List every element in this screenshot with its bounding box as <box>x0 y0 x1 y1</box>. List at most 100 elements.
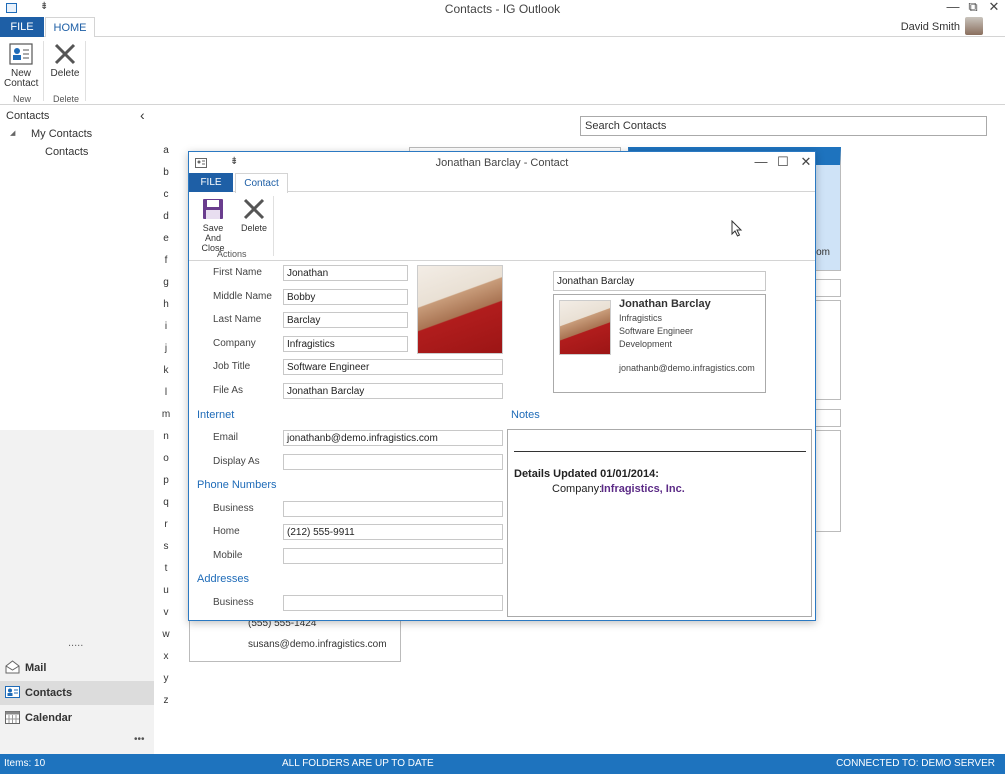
alpha-d[interactable]: d <box>160 211 172 222</box>
navigation-pane: Contacts ‹ ◢ My Contacts Contacts ..... … <box>0 106 154 754</box>
alpha-y[interactable]: y <box>160 673 172 684</box>
tab-home[interactable]: HOME <box>45 17 95 38</box>
first-name-field[interactable]: Jonathan <box>283 265 408 281</box>
business-phone-field[interactable] <box>283 501 503 517</box>
last-name-field[interactable]: Barclay <box>283 312 408 328</box>
alpha-j[interactable]: j <box>160 343 172 354</box>
delete-button[interactable]: Delete <box>48 43 82 79</box>
group-label-new: New <box>13 94 32 104</box>
alpha-o[interactable]: o <box>160 453 172 464</box>
label-company: Company <box>213 338 256 349</box>
mail-icon <box>5 660 20 674</box>
alpha-s[interactable]: s <box>160 541 172 552</box>
nav-my-contacts[interactable]: My Contacts <box>31 128 92 140</box>
business-card-email: jonathanb@demo.infragistics.com <box>619 363 755 373</box>
contact-photo[interactable] <box>417 265 503 354</box>
alpha-c[interactable]: c <box>160 189 172 200</box>
job-title-field[interactable]: Software Engineer <box>283 359 503 375</box>
more-options-icon[interactable]: ••• <box>134 734 145 745</box>
alpha-q[interactable]: q <box>160 497 172 508</box>
nav-root-contacts[interactable]: Contacts <box>6 110 49 122</box>
display-as-field[interactable] <box>283 454 503 470</box>
expand-icon[interactable]: ◢ <box>10 129 15 137</box>
avatar[interactable] <box>965 17 983 35</box>
dialog-minimize-button[interactable]: — <box>751 155 771 171</box>
nav-button-contacts[interactable]: Contacts <box>0 681 154 705</box>
business-card-title: Software Engineer <box>619 326 694 336</box>
home-phone-field[interactable]: (212) 555-9911 <box>283 524 503 540</box>
alpha-u[interactable]: u <box>160 585 172 596</box>
alpha-t[interactable]: t <box>160 563 172 574</box>
save-and-close-button[interactable]: Save And Close <box>194 198 232 253</box>
label-middle-name: Middle Name <box>213 291 272 302</box>
notes-editor[interactable]: Details Updated 01/01/2014: Company: Inf… <box>507 429 812 617</box>
nav-button-mail[interactable]: Mail <box>0 656 154 680</box>
contact-dialog: ⇟ Jonathan Barclay - Contact — ☐ ✕ FILE … <box>188 151 816 621</box>
company-field[interactable]: Infragistics <box>283 336 408 352</box>
contact-card[interactable] <box>814 409 841 427</box>
business-card-name: Jonathan Barclay <box>619 298 711 310</box>
group-label-actions: Actions <box>217 249 247 259</box>
alpha-e[interactable]: e <box>160 233 172 244</box>
dialog-tab-contact[interactable]: Contact <box>235 173 288 193</box>
dialog-delete-label: Delete <box>240 223 267 233</box>
alpha-x[interactable]: x <box>160 651 172 662</box>
alpha-p[interactable]: p <box>160 475 172 486</box>
business-address-field[interactable] <box>283 595 503 611</box>
dialog-maximize-button[interactable]: ☐ <box>773 155 793 171</box>
restore-button[interactable]: ⧉ <box>963 0 983 16</box>
tab-file[interactable]: FILE <box>0 17 44 37</box>
status-items-count: Items: 10 <box>4 758 46 769</box>
delete-icon <box>243 198 265 220</box>
label-email: Email <box>213 432 239 443</box>
nav-button-calendar[interactable]: Calendar <box>0 706 154 730</box>
file-as-field[interactable]: Jonathan Barclay <box>283 383 503 399</box>
new-contact-button[interactable]: New Contact <box>4 43 38 89</box>
dialog-delete-button[interactable]: Delete <box>237 198 271 233</box>
email-field[interactable]: jonathanb@demo.infragistics.com <box>283 430 503 446</box>
middle-name-field[interactable]: Bobby <box>283 289 408 305</box>
alpha-z[interactable]: z <box>160 695 172 706</box>
delete-label: Delete <box>50 68 80 79</box>
contact-card[interactable] <box>814 430 841 532</box>
alpha-r[interactable]: r <box>160 519 172 530</box>
dialog-close-button[interactable]: ✕ <box>796 155 816 171</box>
search-input[interactable]: Search Contacts <box>580 116 987 136</box>
save-and-close-label-1: Save And <box>202 223 224 243</box>
ribbon-body: New Contact Delete New Delete <box>0 37 1005 105</box>
collapse-nav-icon[interactable]: ‹ <box>140 107 145 123</box>
close-button[interactable]: ✕ <box>984 0 1004 16</box>
dialog-tab-file[interactable]: FILE <box>189 173 233 192</box>
alpha-a[interactable]: a <box>160 145 172 156</box>
nav-contacts-folder[interactable]: Contacts <box>45 146 88 158</box>
card-name-field[interactable]: Jonathan Barclay <box>553 271 766 291</box>
delete-icon <box>54 43 76 65</box>
alpha-l[interactable]: l <box>160 387 172 398</box>
calendar-icon <box>5 711 20 724</box>
mobile-phone-field[interactable] <box>283 548 503 564</box>
alpha-n[interactable]: n <box>160 431 172 442</box>
alpha-w[interactable]: w <box>160 629 172 640</box>
alpha-i[interactable]: i <box>160 321 172 332</box>
alpha-k[interactable]: k <box>160 365 172 376</box>
label-mobile-phone: Mobile <box>213 550 243 561</box>
minimize-button[interactable]: — <box>943 0 963 16</box>
splitter-grip[interactable]: ..... <box>68 637 83 649</box>
user-name[interactable]: David Smith <box>901 21 960 33</box>
section-phone-numbers: Phone Numbers <box>197 479 277 491</box>
ribbon-separator <box>273 196 274 256</box>
alpha-h[interactable]: h <box>160 299 172 310</box>
alpha-b[interactable]: b <box>160 167 172 178</box>
ribbon-separator <box>85 41 86 101</box>
folder-pane: Contacts ‹ ◢ My Contacts Contacts <box>0 106 154 430</box>
nav-button-label: Calendar <box>25 712 73 724</box>
business-card-company: Infragistics <box>619 313 663 323</box>
business-card-preview[interactable]: Jonathan Barclay Infragistics Software E… <box>553 294 766 393</box>
alpha-m[interactable]: m <box>160 409 172 420</box>
alpha-f[interactable]: f <box>160 255 172 266</box>
contact-card[interactable] <box>814 300 841 400</box>
nav-lower: ..... Mail Contacts Calendar ••• <box>0 430 154 754</box>
contact-card[interactable] <box>814 279 841 297</box>
alpha-g[interactable]: g <box>160 277 172 288</box>
alpha-v[interactable]: v <box>160 607 172 618</box>
